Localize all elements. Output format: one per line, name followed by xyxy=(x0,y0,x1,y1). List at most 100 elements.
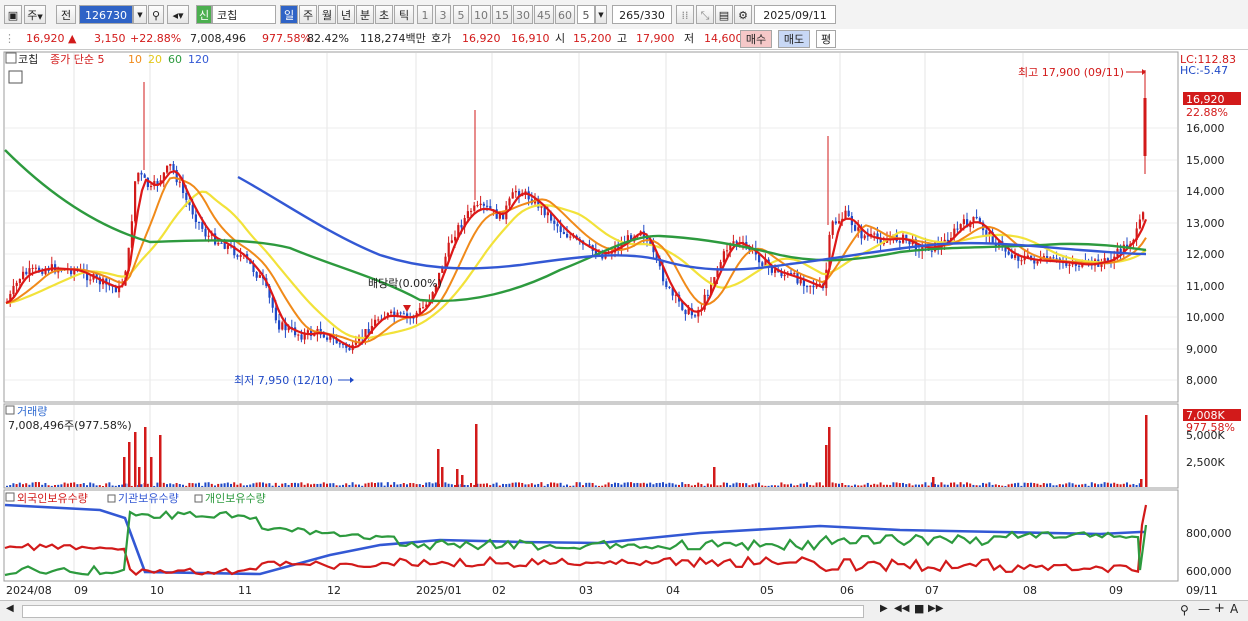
new-badge: 신 xyxy=(196,5,212,24)
ask-price-1: 16,920 xyxy=(462,32,501,45)
open-price: 15,200 xyxy=(573,32,612,45)
code-dropdown-icon[interactable]: ▼ xyxy=(133,5,147,24)
ma10-legend: 10 xyxy=(128,53,142,66)
turnover-rate: 82.42% xyxy=(307,32,349,45)
avg-button[interactable]: 평 xyxy=(816,30,836,48)
trade-amount: 118,274백만 xyxy=(360,32,426,45)
holdings-y-tick-600k: 600,000 xyxy=(1186,565,1232,578)
high-price: 17,900 xyxy=(636,32,675,45)
volume-menu-icon[interactable] xyxy=(5,405,15,415)
ma120-legend: 120 xyxy=(188,53,209,66)
ma60-legend: 60 xyxy=(168,53,182,66)
svg-text:09: 09 xyxy=(1109,584,1123,597)
min-60[interactable]: 60 xyxy=(555,5,575,24)
current-pct-tag: 22.88% xyxy=(1186,106,1228,119)
period-year[interactable]: 년 xyxy=(337,5,355,24)
individual-legend-icon xyxy=(194,494,203,503)
open-label: 시 xyxy=(555,32,566,45)
low-label: 저 xyxy=(684,32,695,45)
forward-icon[interactable]: ▶▶ xyxy=(928,603,943,614)
calculator-icon[interactable] xyxy=(8,70,23,84)
buy-button[interactable]: 매수 xyxy=(740,30,772,48)
svg-text:09/11: 09/11 xyxy=(1186,584,1218,597)
period-second[interactable]: 초 xyxy=(375,5,393,24)
stop-icon[interactable]: ■ xyxy=(914,602,924,615)
ask-price-2: 16,910 xyxy=(511,32,550,45)
holdings-y-tick-800k: 800,000 xyxy=(1186,527,1232,540)
min-45[interactable]: 45 xyxy=(534,5,554,24)
min-15[interactable]: 15 xyxy=(492,5,512,24)
price-panel-name: 코칩 xyxy=(18,53,38,66)
svg-text:07: 07 xyxy=(925,584,939,597)
period-minute[interactable]: 분 xyxy=(356,5,374,24)
holdings-menu-icon[interactable] xyxy=(5,492,15,502)
volume-value: 7,008,496 xyxy=(190,32,246,45)
count-dropdown-icon[interactable]: ▼ xyxy=(595,5,607,24)
min-10[interactable]: 10 xyxy=(471,5,491,24)
min-annotation: 최저 7,950 (12/10) xyxy=(234,374,333,387)
current-price-tag-text: 16,920 xyxy=(1186,93,1225,106)
zoom-in-icon[interactable]: + xyxy=(1214,601,1225,616)
stock-code-input[interactable]: 126730 xyxy=(79,5,133,24)
volume-title: 거래량 xyxy=(17,405,47,418)
svg-text:16,000: 16,000 xyxy=(1186,122,1225,135)
min-3[interactable]: 3 xyxy=(435,5,451,24)
svg-text:03: 03 xyxy=(579,584,593,597)
svg-text:06: 06 xyxy=(840,584,854,597)
sell-button[interactable]: 매도 xyxy=(778,30,810,48)
svg-text:2024/08: 2024/08 xyxy=(6,584,52,597)
quote-bar: ⋮ 16,920 ▲ 3,150 +22.88% 7,008,496 977.5… xyxy=(0,29,1248,50)
high-label: 고 xyxy=(617,32,628,45)
dividend-annotation: 배당락(0.00%) xyxy=(368,277,442,290)
stock-chart-window: { "toolbar": { "period_type": "주", "prev… xyxy=(0,0,1248,621)
rewind-icon[interactable]: ◀◀ xyxy=(894,603,909,614)
quote-grip-icon: ⋮ xyxy=(4,32,15,45)
volume-info: 7,008,496주(977.58%) xyxy=(8,419,132,432)
hc-value: HC:-5.47 xyxy=(1180,64,1228,77)
scroll-right-icon[interactable]: ▶ xyxy=(880,603,888,614)
volume-y-tick-5000k: 5,000K xyxy=(1186,429,1225,442)
foreign-holdings-legend: 외국인보유수량 xyxy=(17,492,88,505)
count-input[interactable]: 5 xyxy=(577,5,595,24)
prev-button[interactable]: 전 xyxy=(56,5,76,24)
change-arrow-icon: ▲ xyxy=(68,32,77,45)
zoom-icon[interactable]: ⚲ xyxy=(1180,603,1189,617)
stock-name-field[interactable]: 코칩 xyxy=(212,5,276,24)
min-30[interactable]: 30 xyxy=(513,5,533,24)
chart-scrollbar[interactable]: ◀ ▶ ◀◀ ■ ▶▶ ⚲ — + A xyxy=(0,600,1248,621)
low-price: 14,600 xyxy=(704,32,743,45)
save-icon[interactable]: ▤ xyxy=(715,5,733,24)
speaker-icon[interactable]: ◂▾ xyxy=(167,5,189,24)
search-icon[interactable]: ⚲ xyxy=(148,5,164,24)
svg-text:2025/01: 2025/01 xyxy=(416,584,462,597)
panel-menu-icon[interactable] xyxy=(5,52,17,64)
scroll-left-icon[interactable]: ◀ xyxy=(6,603,14,614)
count-ratio: 265/330 xyxy=(612,5,672,24)
zoom-out-icon[interactable]: — xyxy=(1198,602,1210,616)
date-input[interactable]: 2025/09/11 xyxy=(754,5,836,24)
layout-icon[interactable]: ▣ xyxy=(4,5,22,24)
chart-canvas[interactable]: 코칩 종가 단순 5 10 20 60 120 LC:112.83 HC:-5.… xyxy=(0,50,1248,600)
period-day[interactable]: 일 xyxy=(280,5,298,24)
svg-text:10,000: 10,000 xyxy=(1186,311,1225,324)
gear-icon[interactable]: ⚙ xyxy=(734,5,752,24)
svg-text:15,000: 15,000 xyxy=(1186,154,1225,167)
grid-icon[interactable]: ⁞⁞ xyxy=(676,5,694,24)
crosshair-icon[interactable]: ⤡ xyxy=(696,5,714,24)
auto-scale-icon[interactable]: A xyxy=(1230,602,1238,616)
period-type-select[interactable]: 주▼ xyxy=(24,5,46,24)
min-5[interactable]: 5 xyxy=(453,5,469,24)
svg-text:8,000: 8,000 xyxy=(1186,374,1218,387)
svg-text:09: 09 xyxy=(74,584,88,597)
period-tick[interactable]: 틱 xyxy=(394,5,414,24)
svg-text:9,000: 9,000 xyxy=(1186,343,1218,356)
svg-text:04: 04 xyxy=(666,584,680,597)
scroll-track[interactable] xyxy=(22,605,864,618)
svg-text:12,000: 12,000 xyxy=(1186,248,1225,261)
institution-holdings-legend: 기관보유수량 xyxy=(118,492,179,505)
min-1[interactable]: 1 xyxy=(417,5,433,24)
period-month[interactable]: 월 xyxy=(318,5,336,24)
period-type-label: 주 xyxy=(27,9,38,22)
period-week[interactable]: 주 xyxy=(299,5,317,24)
svg-text:11: 11 xyxy=(238,584,252,597)
